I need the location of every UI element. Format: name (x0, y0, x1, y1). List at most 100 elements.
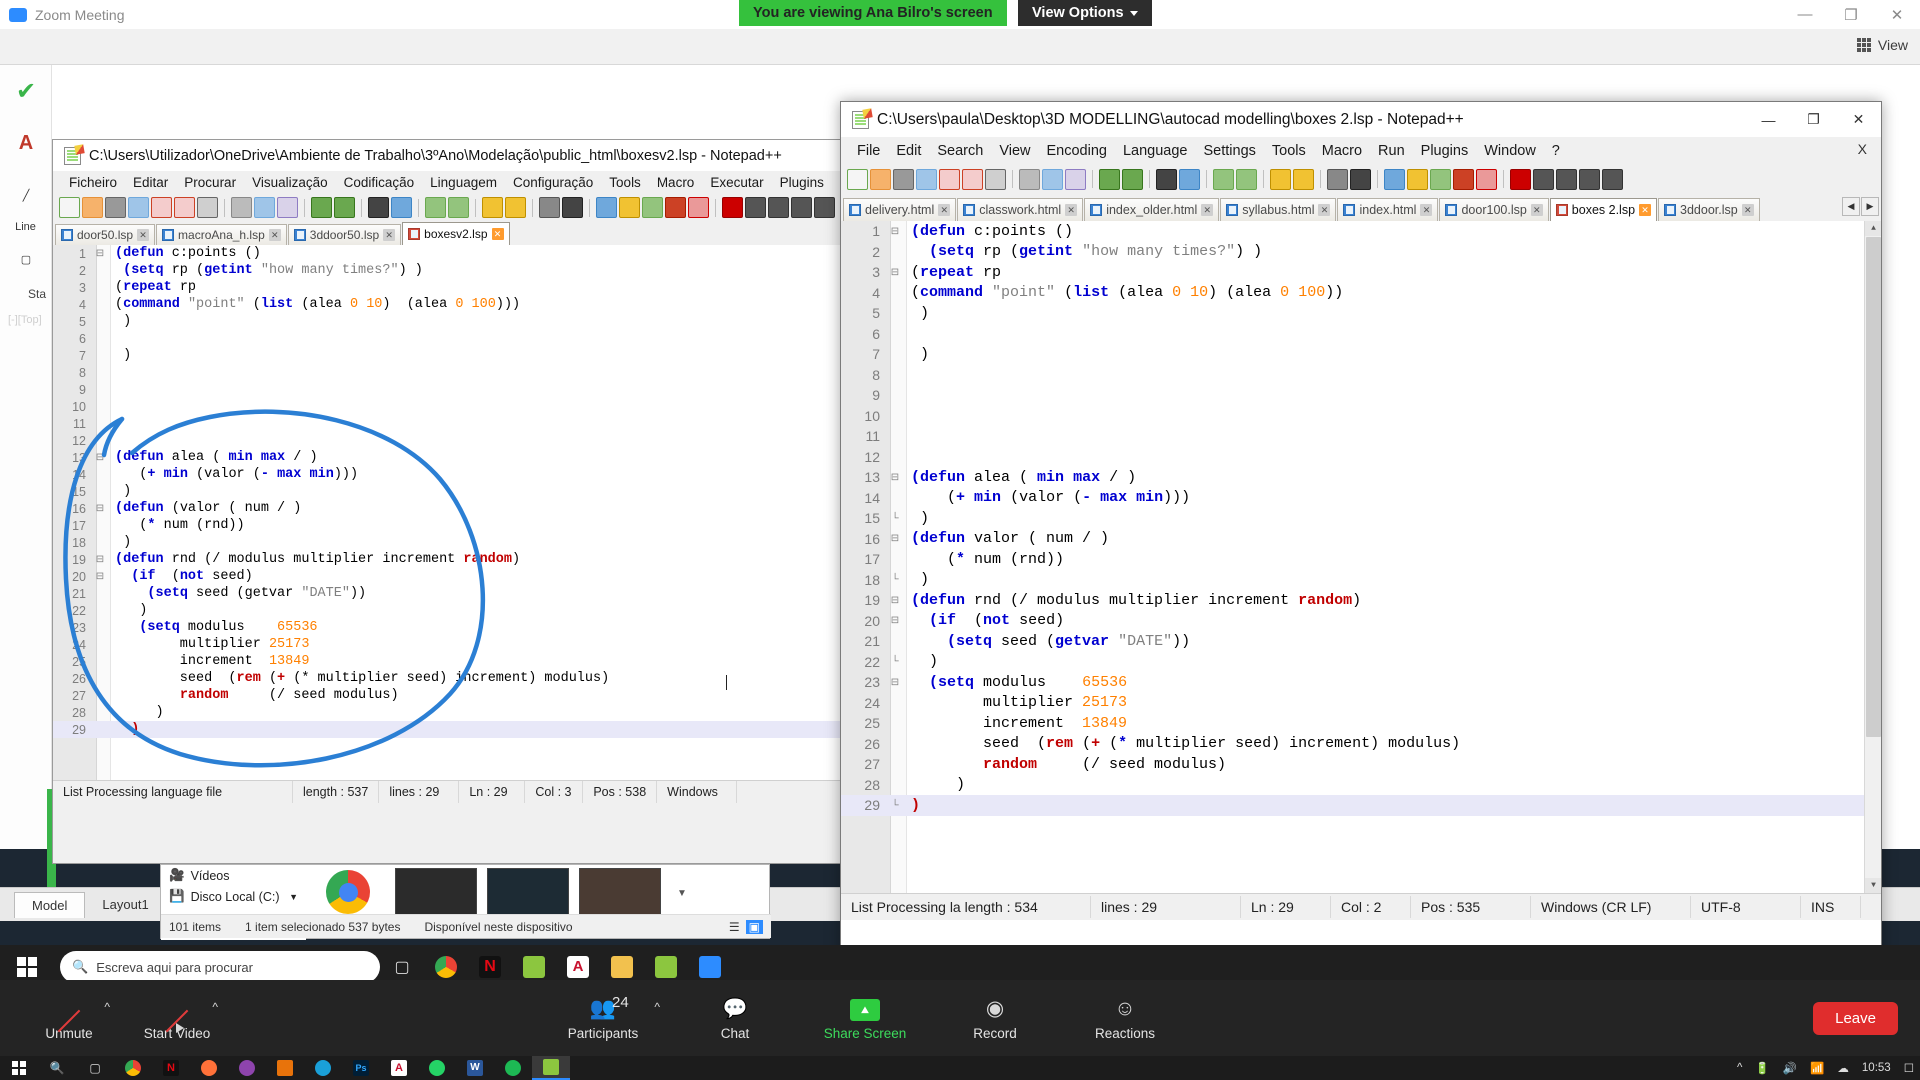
right-menu-tools[interactable]: Tools (1264, 141, 1314, 161)
code-line[interactable]: 10 (53, 398, 841, 415)
explorer-item-local-disk[interactable]: 💾 Disco Local (C:) ▼ (161, 886, 306, 907)
left-cut-icon[interactable] (231, 197, 252, 218)
notepadpp-right-tabbar[interactable]: delivery.html ✕ classwork.html ✕ index_older… (841, 194, 1881, 221)
tab-scroll-left-icon[interactable]: ◀ (1842, 197, 1860, 216)
code-line[interactable]: 11 (841, 426, 1881, 447)
right-close-all-icon[interactable] (962, 168, 983, 190)
autocad-tool-text[interactable]: A (0, 117, 52, 169)
scroll-down-icon[interactable]: ▼ (671, 868, 693, 918)
left-macro-play-icon[interactable] (768, 197, 789, 218)
host-app-firefox[interactable] (190, 1056, 228, 1080)
tray-network-icon[interactable]: ☁ (1837, 1061, 1849, 1075)
host-app-chrome[interactable] (114, 1056, 152, 1080)
code-line[interactable]: 1 ⊟ (defun c:points () (53, 245, 841, 262)
autocad-tool-line[interactable]: ╱ (0, 169, 52, 221)
left-word-wrap-icon[interactable] (539, 197, 560, 218)
start-button[interactable] (0, 945, 54, 980)
code-line[interactable]: 27 random (/ seed modulus) (841, 754, 1881, 775)
zoom-window-controls[interactable]: — ❐ ✕ (1782, 0, 1920, 29)
right-sync-scroll-v-icon[interactable] (1270, 168, 1291, 190)
code-line[interactable]: 15 ) (53, 483, 841, 500)
code-line[interactable]: 3 ⊟ (repeat rp (841, 262, 1881, 283)
window-controls[interactable]: — ❐ ✕ (1746, 102, 1881, 137)
host-app-vlc[interactable] (266, 1056, 304, 1080)
left-tab-boxesv2-lsp[interactable]: boxesv2.lsp ✕ (402, 222, 510, 245)
host-search-icon[interactable]: 🔍 (38, 1056, 76, 1080)
code-line[interactable]: 3 (repeat rp (53, 279, 841, 296)
tab-close-icon[interactable]: ✕ (1318, 204, 1331, 216)
system-tray[interactable]: ^ 🔋 🔊 📶 ☁ 10:53 ☐ (1737, 1056, 1914, 1080)
notepadpp-right-menubar[interactable]: File Edit Search View Encoding Language Settin… (841, 137, 1881, 164)
fold-marker[interactable]: └ (887, 656, 903, 667)
left-macro-playmulti-icon[interactable] (791, 197, 812, 218)
zoom-minimize-button[interactable]: — (1782, 0, 1828, 29)
autocad-tool-status[interactable]: ▢ (0, 233, 52, 285)
share-screen-button[interactable]: ⯅ Share Screen (822, 980, 908, 1056)
scrollbar-thumb[interactable] (1866, 237, 1881, 737)
left-zoom-out-icon[interactable] (448, 197, 469, 218)
video-thumbnail[interactable] (395, 868, 477, 918)
tray-wifi-icon[interactable]: 📶 (1810, 1061, 1824, 1075)
chevron-up-icon[interactable]: ^ (212, 1000, 218, 1014)
tab-close-icon[interactable]: ✕ (383, 229, 396, 241)
file-explorer-window[interactable]: 🎥 Vídeos 💾 Disco Local (C:) ▼ ▼ 101 item… (160, 864, 771, 940)
windows-taskbar[interactable]: 🔍 Escreva aqui para procurar ▢ N A (0, 945, 1920, 980)
right-new-file-icon[interactable] (847, 168, 868, 190)
right-indent-guide-icon[interactable] (1384, 168, 1405, 190)
left-folder-workspace-icon[interactable] (688, 197, 709, 218)
right-menu--[interactable]: ? (1544, 141, 1568, 161)
right-zoom-out-icon[interactable] (1236, 168, 1257, 190)
close-button[interactable]: ✕ (1836, 102, 1881, 137)
tab-close-icon[interactable]: ✕ (1530, 204, 1543, 216)
notepadpp-left-editor[interactable]: 1 ⊟ (defun c:points () 2 (setq rp (getint "… (53, 245, 841, 780)
code-line[interactable]: 18 └ ) (841, 570, 1881, 591)
right-macro-save-icon[interactable] (1602, 168, 1623, 190)
code-line[interactable]: 19 ⊟ (defun rnd (/ modulus multiplier incr… (53, 551, 841, 568)
scroll-up-icon[interactable]: ▲ (1865, 221, 1881, 236)
left-open-file-icon[interactable] (82, 197, 103, 218)
tray-volume-icon[interactable]: 🔊 (1783, 1061, 1797, 1075)
left-ui-icon[interactable] (619, 197, 640, 218)
taskbar-app-explorer[interactable] (600, 945, 644, 980)
fold-marker[interactable]: ⊟ (887, 615, 903, 626)
notepadpp-left-toolbar[interactable] (53, 194, 841, 221)
fold-marker[interactable]: ⊟ (887, 533, 903, 544)
code-line[interactable]: 6 (53, 330, 841, 347)
left-undo-icon[interactable] (311, 197, 332, 218)
left-zoom-in-icon[interactable] (425, 197, 446, 218)
left-save-all-icon[interactable] (128, 197, 149, 218)
left-paste-icon[interactable] (277, 197, 298, 218)
right-open-file-icon[interactable] (870, 168, 891, 190)
left-menu-tools[interactable]: Tools (601, 173, 649, 192)
right-print-icon[interactable] (985, 168, 1006, 190)
tray-battery-icon[interactable]: 🔋 (1755, 1061, 1769, 1075)
code-line[interactable]: 29 └) (841, 795, 1881, 816)
right-menu-edit[interactable]: Edit (888, 141, 929, 161)
code-line[interactable]: 27 random (/ seed modulus) (53, 687, 841, 704)
code-line[interactable]: 20 ⊟ (if (not seed) (841, 611, 1881, 632)
right-word-wrap-icon[interactable] (1327, 168, 1348, 190)
code-line[interactable]: 28 ) (841, 775, 1881, 796)
right-menu-plugins[interactable]: Plugins (1413, 141, 1477, 161)
notepadpp-window-right[interactable]: C:\Users\paula\Desktop\3D MODELLING\auto… (840, 101, 1882, 980)
notepadpp-right-titlebar[interactable]: C:\Users\paula\Desktop\3D MODELLING\auto… (841, 102, 1881, 137)
code-line[interactable]: 19 ⊟ (defun rnd (/ modulus multiplier incr… (841, 590, 1881, 611)
right-undo-icon[interactable] (1099, 168, 1120, 190)
code-line[interactable]: 9 (841, 385, 1881, 406)
tab-close-icon[interactable]: ✕ (1065, 204, 1078, 216)
code-line[interactable]: 14 (+ min (valor (- max min))) (841, 488, 1881, 509)
left-tab-3ddoor50-lsp[interactable]: 3ddoor50.lsp ✕ (287, 224, 402, 245)
code-line[interactable]: 12 (53, 432, 841, 449)
left-macro-save-icon[interactable] (814, 197, 835, 218)
unmute-button[interactable]: Unmute ^ (26, 980, 112, 1056)
details-view-icon[interactable]: ☰ (729, 920, 740, 934)
code-line[interactable]: 11 (53, 415, 841, 432)
code-line[interactable]: 4 (command "point" (list (alea 0 10) (ale… (841, 283, 1881, 304)
tab-close-icon[interactable]: ✕ (1741, 204, 1754, 216)
host-app-word[interactable]: W (456, 1056, 494, 1080)
left-print-icon[interactable] (197, 197, 218, 218)
left-menu-macro[interactable]: Macro (649, 173, 703, 192)
right-find-icon[interactable] (1156, 168, 1177, 190)
left-menu-codifica-o[interactable]: Codificação (336, 173, 423, 192)
right-macro-stop-icon[interactable] (1533, 168, 1554, 190)
